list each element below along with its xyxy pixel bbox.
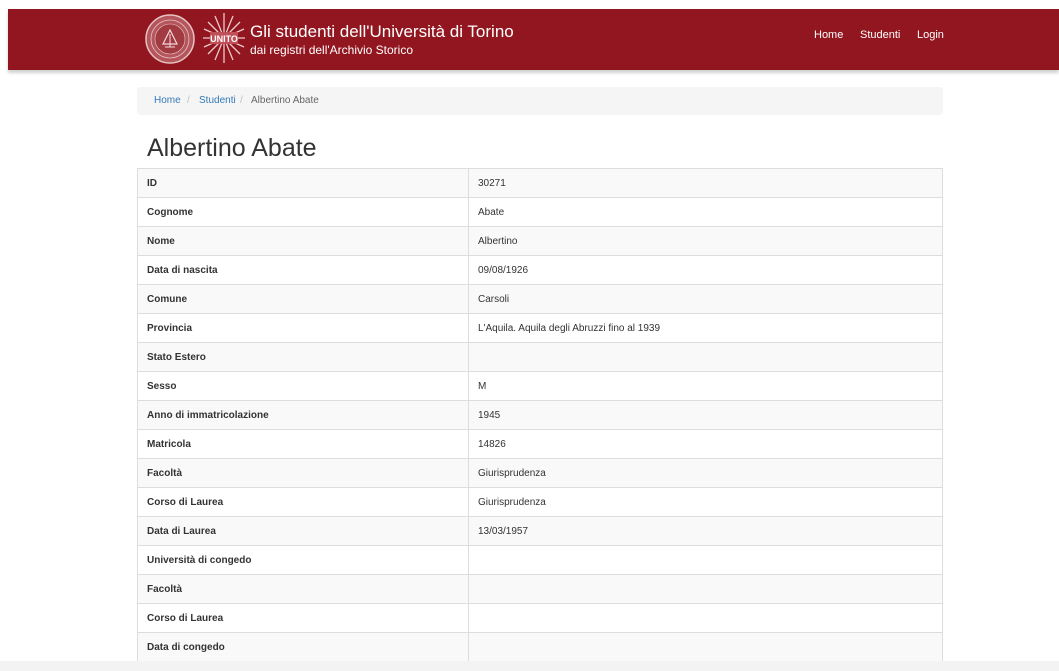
- field-label: ID: [137, 168, 469, 198]
- table-row: Facoltà Giurisprudenza: [137, 458, 943, 488]
- table-row: Stato Estero: [137, 342, 943, 372]
- field-label: Stato Estero: [137, 342, 469, 372]
- field-value: 1945: [468, 400, 943, 430]
- page-title: Albertino Abate: [147, 134, 317, 162]
- field-value: [468, 603, 943, 633]
- breadcrumb: Home / Studenti / Albertino Abate: [137, 87, 943, 115]
- table-row: Nome Albertino: [137, 226, 943, 256]
- field-value: 09/08/1926: [468, 255, 943, 285]
- field-label: Comune: [137, 284, 469, 314]
- breadcrumb-separator: /: [187, 95, 190, 106]
- table-row: Data di congedo: [137, 632, 943, 662]
- unito-logo-icon[interactable]: UNITO: [201, 11, 247, 65]
- unito-logo-text: UNITO: [210, 34, 238, 44]
- site-title[interactable]: Gli studenti dell'Università di Torino: [250, 22, 514, 42]
- field-label: Corso di Laurea: [137, 603, 469, 633]
- nav-login-link[interactable]: Login: [917, 28, 944, 42]
- field-label: Facoltà: [137, 458, 469, 488]
- breadcrumb-home-link[interactable]: Home: [154, 87, 181, 115]
- table-row: Corso di Laurea Giurisprudenza: [137, 487, 943, 517]
- field-label: Cognome: [137, 197, 469, 227]
- student-details-table: ID 30271 Cognome Abate Nome Albertino Da…: [137, 168, 943, 662]
- top-navbar: UNITO Gli studenti dell'Università di To…: [8, 9, 1059, 70]
- field-value: [468, 574, 943, 604]
- table-row: Provincia L'Aquila. Aquila degli Abruzzi…: [137, 313, 943, 343]
- breadcrumb-studenti-link[interactable]: Studenti: [199, 87, 236, 115]
- field-value: 30271: [468, 168, 943, 198]
- table-row: Università di congedo: [137, 545, 943, 575]
- field-value: Giurisprudenza: [468, 458, 943, 488]
- table-row: Data di Laurea 13/03/1957: [137, 516, 943, 546]
- field-value: [468, 545, 943, 575]
- field-value: 14826: [468, 429, 943, 459]
- table-row: Facoltà: [137, 574, 943, 604]
- field-label: Data di Laurea: [137, 516, 469, 546]
- table-row: Matricola 14826: [137, 429, 943, 459]
- table-row: Cognome Abate: [137, 197, 943, 227]
- table-row: Anno di immatricolazione 1945: [137, 400, 943, 430]
- field-value: L'Aquila. Aquila degli Abruzzi fino al 1…: [468, 313, 943, 343]
- field-value: Giurisprudenza: [468, 487, 943, 517]
- field-label: Data di congedo: [137, 632, 469, 662]
- field-label: Matricola: [137, 429, 469, 459]
- table-row: Corso di Laurea: [137, 603, 943, 633]
- table-row: Data di nascita 09/08/1926: [137, 255, 943, 285]
- nav-studenti-link[interactable]: Studenti: [860, 28, 900, 42]
- field-label: Facoltà: [137, 574, 469, 604]
- field-value: Abate: [468, 197, 943, 227]
- field-value: Carsoli: [468, 284, 943, 314]
- field-value: [468, 632, 943, 662]
- field-label: Provincia: [137, 313, 469, 343]
- table-row: Sesso M: [137, 371, 943, 401]
- university-seal-icon[interactable]: [145, 14, 195, 64]
- field-label: Università di congedo: [137, 545, 469, 575]
- field-label: Nome: [137, 226, 469, 256]
- nav-home-link[interactable]: Home: [814, 28, 843, 42]
- field-value: [468, 342, 943, 372]
- table-row: Comune Carsoli: [137, 284, 943, 314]
- field-value: M: [468, 371, 943, 401]
- site-subtitle[interactable]: dai registri dell'Archivio Storico: [250, 43, 413, 57]
- field-label: Data di nascita: [137, 255, 469, 285]
- breadcrumb-separator: /: [240, 95, 243, 106]
- breadcrumb-current: Albertino Abate: [251, 95, 319, 106]
- table-row: ID 30271: [137, 168, 943, 198]
- field-label: Corso di Laurea: [137, 487, 469, 517]
- field-value: 13/03/1957: [468, 516, 943, 546]
- field-value: Albertino: [468, 226, 943, 256]
- page-bottom-edge: [0, 661, 1059, 671]
- field-label: Sesso: [137, 371, 469, 401]
- field-label: Anno di immatricolazione: [137, 400, 469, 430]
